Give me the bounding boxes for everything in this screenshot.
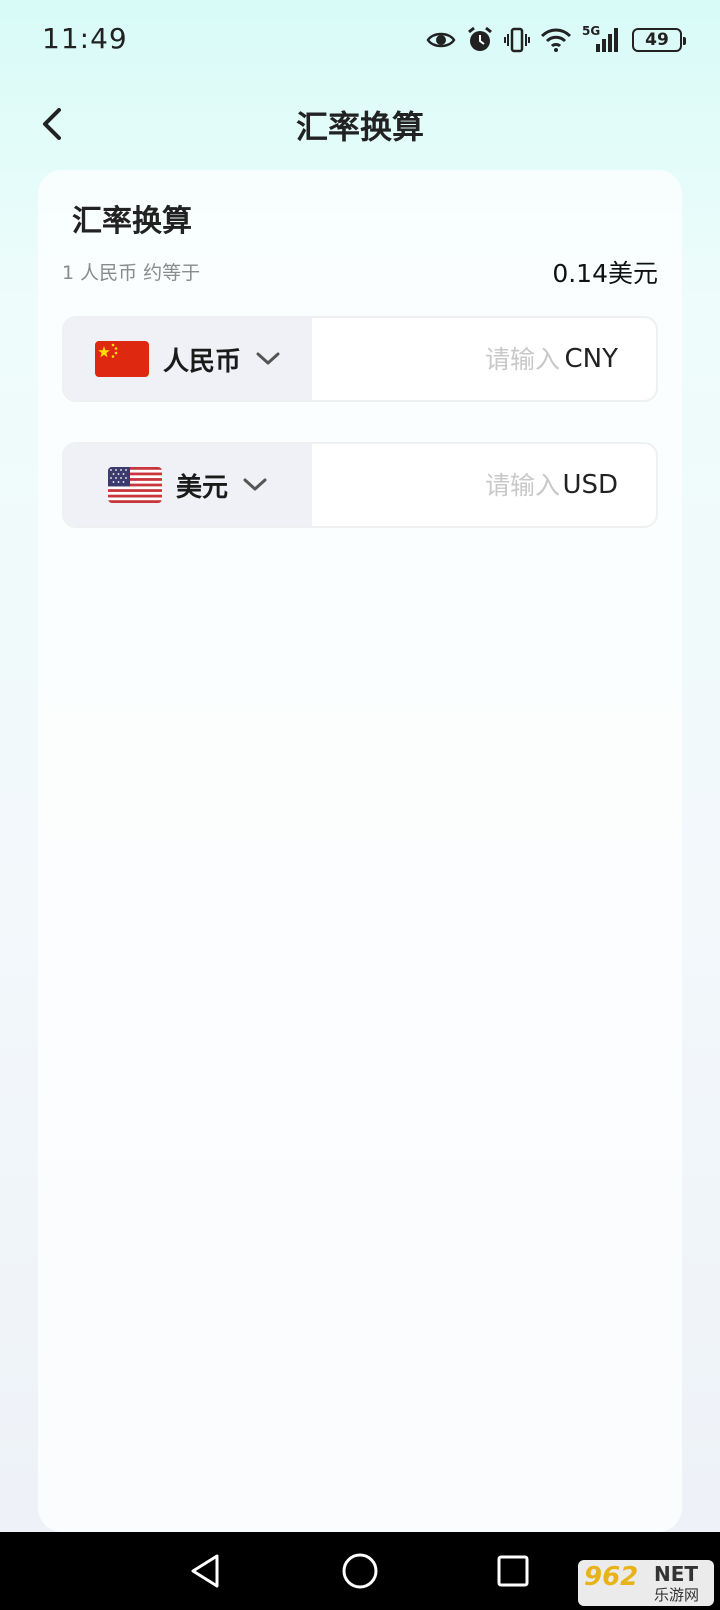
- currency-row-usd: 美元 USD: [62, 442, 658, 528]
- vibrate-icon: [504, 26, 530, 54]
- nav-home-button[interactable]: [339, 1550, 381, 1592]
- header: 汇率换算: [0, 84, 720, 164]
- currency-row-cny: 人民币 CNY: [62, 316, 658, 402]
- currency-code-usd: USD: [562, 470, 618, 500]
- square-recents-icon: [497, 1555, 529, 1587]
- status-bar: 11:49 5G 49: [0, 0, 720, 84]
- amount-input-cny[interactable]: [324, 318, 560, 400]
- card-title: 汇率换算: [72, 204, 192, 239]
- eye-icon: [426, 29, 456, 51]
- battery-icon: 49: [632, 28, 686, 52]
- alarm-icon: [466, 26, 494, 54]
- page-title: 汇率换算: [295, 108, 424, 146]
- currency-name-usd: 美元: [175, 472, 228, 503]
- triangle-back-icon: [191, 1554, 219, 1588]
- currency-name-cny: 人民币: [162, 346, 241, 377]
- circle-home-icon: [342, 1553, 378, 1589]
- watermark-logo: 962 NET 乐游网: [578, 1560, 714, 1606]
- status-icons: 5G 49: [426, 24, 686, 54]
- currency-code-cny: CNY: [564, 344, 619, 374]
- china-flag-icon: [94, 341, 149, 377]
- currency-selector-usd[interactable]: 美元: [64, 444, 312, 526]
- amount-input-usd[interactable]: [324, 444, 560, 526]
- converter-card: 汇率换算 1 人民币 约等于 0.14美元 人民币 CNY: [38, 170, 682, 1532]
- rate-note: 1 人民币 约等于: [62, 262, 201, 284]
- watermark-number: 962: [584, 1562, 639, 1592]
- chevron-down-icon: [243, 478, 267, 491]
- watermark-site: 乐游网: [654, 1586, 700, 1604]
- currency-selector-cny[interactable]: 人民币: [64, 318, 312, 400]
- battery-level: 49: [645, 30, 669, 50]
- status-time: 11:49: [42, 22, 128, 55]
- nav-back-button[interactable]: [184, 1550, 226, 1592]
- cellular-5g-icon: 5G: [582, 24, 622, 54]
- nav-recents-button[interactable]: [492, 1550, 534, 1592]
- chevron-down-icon: [256, 352, 280, 365]
- wifi-icon: [540, 27, 572, 53]
- rate-value: 0.14美元: [552, 259, 658, 288]
- watermark-net: NET: [654, 1562, 699, 1586]
- usa-flag-icon: [107, 467, 162, 503]
